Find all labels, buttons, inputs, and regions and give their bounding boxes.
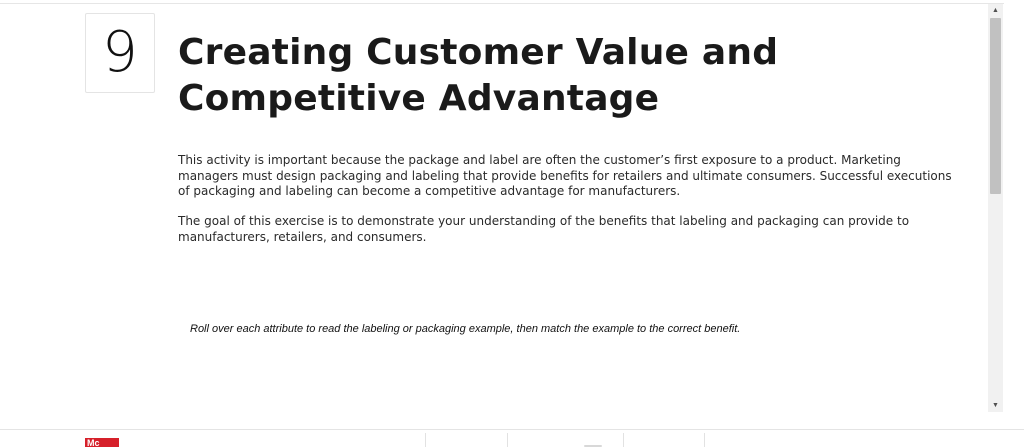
instruction-text: Roll over each attribute to read the lab… — [190, 323, 741, 335]
vertical-scrollbar[interactable]: ▲ ▼ — [988, 4, 1003, 412]
chapter-number-box: 9 — [85, 13, 155, 93]
footer-divider — [507, 433, 508, 447]
activity-title: Creating Customer Value and Competitive … — [178, 32, 779, 119]
scroll-down-arrow-icon[interactable]: ▼ — [988, 399, 1003, 412]
scroll-thumb[interactable] — [990, 18, 1001, 194]
activity-content: 9 Creating Customer Value and Competitiv… — [0, 4, 988, 412]
footer-divider — [623, 433, 624, 447]
goal-paragraph: The goal of this exercise is to demonstr… — [178, 214, 910, 244]
footer-divider — [425, 433, 426, 447]
footer-divider — [704, 433, 705, 447]
intro-paragraph: This activity is important because the p… — [178, 153, 952, 198]
scroll-up-arrow-icon[interactable]: ▲ — [988, 4, 1003, 17]
mcgraw-hill-logo: Mc — [85, 438, 119, 447]
footer-bar: Mc — [0, 429, 1024, 447]
